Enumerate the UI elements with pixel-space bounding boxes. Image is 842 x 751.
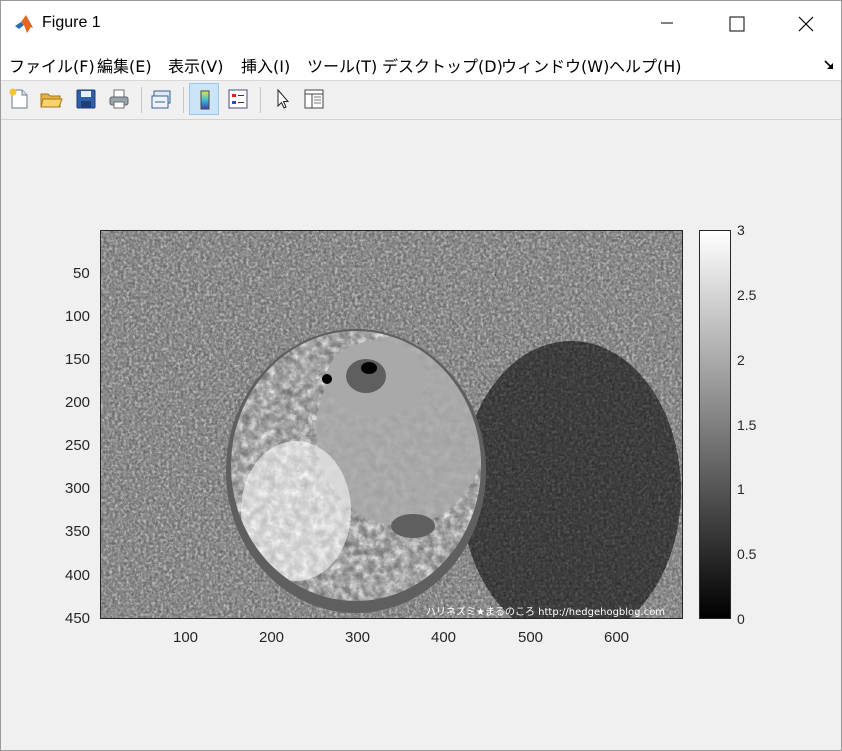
insert-colorbar-icon xyxy=(200,90,210,110)
menu-bar: ファイル(F) 編集(E) 表示(V) 挿入(I) ツール(T) デスクトップ(… xyxy=(1,47,841,81)
x-tick-label: 100 xyxy=(173,629,199,646)
toolbar-separator xyxy=(260,87,261,113)
maximize-icon xyxy=(729,16,745,32)
toolbar-separator xyxy=(183,87,184,113)
insert-colorbar-button[interactable] xyxy=(189,83,219,115)
menu-desktop[interactable]: デスクトップ(D) xyxy=(382,53,503,77)
y-tick-label: 300 xyxy=(65,480,91,497)
save-icon xyxy=(76,89,96,109)
new-figure-button[interactable] xyxy=(4,83,34,115)
insert-legend-icon xyxy=(228,89,248,109)
close-button[interactable] xyxy=(771,1,841,47)
minimize-button[interactable] xyxy=(633,1,703,47)
edit-plot-icon xyxy=(277,88,290,109)
property-inspector-icon xyxy=(304,89,324,109)
y-tick-label: 150 xyxy=(65,351,91,368)
y-tick-label: 200 xyxy=(65,394,91,411)
link-plot-icon xyxy=(151,90,171,109)
close-icon xyxy=(798,16,814,32)
title-bar[interactable]: Figure 1 xyxy=(1,1,841,47)
y-tick-label: 250 xyxy=(65,437,91,454)
menu-help[interactable]: ヘルプ(H) xyxy=(609,53,682,77)
image-watermark: ハリネズミ★まるのころ http://hedgehogblog.com xyxy=(426,605,665,618)
colorbar[interactable] xyxy=(699,230,731,619)
x-tick-label: 400 xyxy=(431,629,457,646)
colorbar-tick-label: 0 xyxy=(737,611,745,627)
new-figure-icon xyxy=(9,88,28,109)
menu-file[interactable]: ファイル(F) xyxy=(9,53,95,77)
colorbar-tick-label: 2.5 xyxy=(737,287,757,303)
x-tick-label: 600 xyxy=(604,629,630,646)
menu-insert[interactable]: 挿入(I) xyxy=(241,53,290,77)
toolbar-separator xyxy=(141,87,142,113)
y-tick-label: 450 xyxy=(65,610,91,627)
maximize-button[interactable] xyxy=(702,1,772,47)
y-tick-label: 50 xyxy=(73,265,90,282)
x-tick-label: 200 xyxy=(259,629,285,646)
colorbar-tick-label: 3 xyxy=(737,222,745,238)
colorbar-tick-label: 1.5 xyxy=(737,417,757,433)
colorbar-tick-label: 1 xyxy=(737,481,745,497)
print-button[interactable] xyxy=(104,83,134,115)
insert-legend-button[interactable] xyxy=(223,83,253,115)
x-tick-label: 500 xyxy=(518,629,544,646)
print-icon xyxy=(109,89,129,109)
open-file-button[interactable] xyxy=(36,83,66,115)
colorbar-tick-label: 2 xyxy=(737,352,745,368)
link-plot-button[interactable] xyxy=(147,83,177,115)
property-inspector-button[interactable] xyxy=(299,83,329,115)
x-tick-label: 300 xyxy=(345,629,371,646)
y-tick-label: 350 xyxy=(65,523,91,540)
figure-window: Figure 1 ファイル(F) 編集(E) 表示(V) 挿入(I) ツール(T… xyxy=(0,0,842,751)
menu-view[interactable]: 表示(V) xyxy=(168,53,223,77)
save-button[interactable] xyxy=(71,83,101,115)
image-axes[interactable]: ハリネズミ★まるのころ http://hedgehogblog.com xyxy=(100,230,683,619)
hedgehog-image: ハリネズミ★まるのころ http://hedgehogblog.com xyxy=(101,231,682,618)
open-file-icon xyxy=(40,93,63,108)
menu-tools[interactable]: ツール(T) xyxy=(307,53,377,77)
figure-toolbar xyxy=(1,81,841,120)
dock-arrow-icon[interactable] xyxy=(823,55,835,74)
y-tick-label: 400 xyxy=(65,567,91,584)
edit-plot-button[interactable] xyxy=(267,83,297,115)
colorbar-tick-label: 0.5 xyxy=(737,546,757,562)
y-tick-label: 100 xyxy=(65,308,91,325)
window-title: Figure 1 xyxy=(42,14,101,31)
menu-window[interactable]: ウィンドウ(W) xyxy=(501,53,609,77)
menu-edit[interactable]: 編集(E) xyxy=(97,53,152,77)
minimize-icon xyxy=(661,22,673,24)
matlab-logo-icon xyxy=(13,13,35,35)
